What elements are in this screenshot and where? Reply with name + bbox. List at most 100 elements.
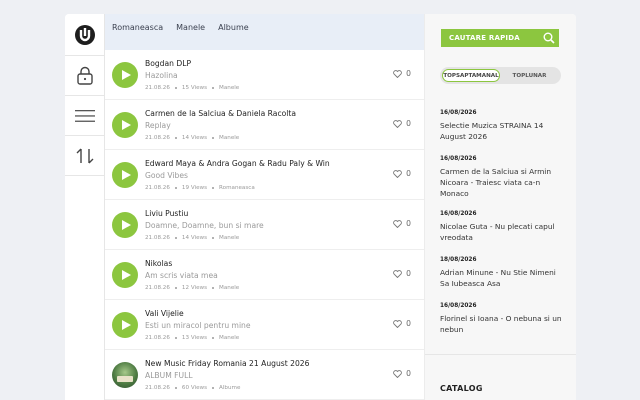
like-count: 0	[406, 219, 411, 228]
top-item[interactable]: 18/08/2026 Adrian Minune - Nu Stie Nimen…	[440, 257, 565, 289]
track-meta: 21.08.26 60 Views Albume	[145, 385, 240, 391]
like-count: 0	[406, 319, 411, 328]
play-icon	[121, 270, 131, 280]
track-artist[interactable]: Vali Vijelie	[145, 309, 184, 318]
toggle-weekly[interactable]: TOPSAPTAMANAL	[442, 69, 500, 82]
like-count: 0	[406, 119, 411, 128]
sidebar-divider	[425, 354, 576, 355]
meta-dot	[174, 236, 177, 239]
meta-dot	[174, 136, 177, 139]
top-item-date: 16/08/2026	[440, 211, 477, 217]
album-cover[interactable]	[112, 362, 138, 388]
top-item-title[interactable]: Carmen de la Salciua si Armin Nicoara - …	[440, 166, 565, 199]
like-button[interactable]: 0	[393, 119, 411, 128]
main-content: Romaneasca Manele Albume Bogdan DLP Hazo…	[105, 14, 424, 400]
track-genre[interactable]: Manele	[219, 335, 239, 341]
meta-dot	[212, 136, 215, 139]
meta-dot	[212, 86, 215, 89]
nav-login[interactable]	[65, 56, 104, 96]
play-button[interactable]	[112, 212, 138, 238]
tab-albume[interactable]: Albume	[218, 23, 249, 32]
track-row: Vali Vijelie Esti un miracol pentru mine…	[105, 300, 424, 350]
track-row: Nikolas Am scris viata mea 21.08.26 12 Vi…	[105, 250, 424, 300]
like-button[interactable]: 0	[393, 219, 411, 228]
top-item[interactable]: 16/08/2026 Nicolae Guta - Nu plecati cap…	[440, 211, 565, 243]
track-artist[interactable]: Carmen de la Salciua & Daniela Racolta	[145, 109, 296, 118]
sort-arrows-icon	[76, 148, 93, 163]
toggle-monthly[interactable]: TOPLUNAR	[500, 73, 559, 79]
catalog-heading: CATALOG	[440, 384, 483, 393]
right-sidebar: CAUTARE RAPIDA TOPSAPTAMANAL TOPLUNAR 16…	[424, 14, 576, 400]
track-artist[interactable]: Edward Maya & Andra Gogan & Radu Paly & …	[145, 159, 330, 168]
track-views: 19 Views	[181, 185, 208, 191]
track-genre[interactable]: Albume	[219, 385, 240, 391]
menu-icon	[74, 109, 95, 122]
top-item-title[interactable]: Florinel si Ioana - O nebuna si un nebun	[440, 313, 565, 335]
track-row: Liviu Pustiu Doamne, Doamne, bun si mare…	[105, 200, 424, 250]
track-artist[interactable]: Bogdan DLP	[145, 59, 191, 68]
top-item[interactable]: 16/08/2026 Carmen de la Salciua si Armin…	[440, 156, 565, 199]
play-button[interactable]	[112, 262, 138, 288]
nav-logo[interactable]	[65, 14, 104, 56]
like-button[interactable]: 0	[393, 369, 411, 378]
track-views: 14 Views	[181, 235, 208, 241]
like-button[interactable]: 0	[393, 69, 411, 78]
play-button[interactable]	[112, 62, 138, 88]
track-genre[interactable]: Manele	[219, 285, 239, 291]
tab-manele[interactable]: Manele	[176, 23, 205, 32]
track-date: 21.08.26	[145, 135, 170, 141]
nav-menu[interactable]	[65, 96, 104, 136]
top-item-title[interactable]: Nicolae Guta - Nu plecati capul vreodata	[440, 221, 565, 243]
track-row: New Music Friday Romania 21 August 2026 …	[105, 350, 424, 400]
play-button[interactable]	[112, 162, 138, 188]
search-icon	[543, 32, 555, 44]
track-views: 15 Views	[181, 85, 208, 91]
track-meta: 21.08.26 12 Views Manele	[145, 285, 239, 291]
meta-dot	[174, 336, 177, 339]
track-row: Carmen de la Salciua & Daniela Racolta R…	[105, 100, 424, 150]
play-button[interactable]	[112, 112, 138, 138]
track-title: Hazolina	[145, 71, 178, 80]
track-title: Esti un miracol pentru mine	[145, 321, 251, 330]
logo-icon	[74, 24, 95, 45]
top-item-date: 16/08/2026	[440, 156, 477, 162]
heart-icon	[393, 169, 402, 178]
left-nav	[65, 14, 105, 400]
play-icon	[121, 120, 131, 130]
track-meta: 21.08.26 13 Views Manele	[145, 335, 239, 341]
track-views: 14 Views	[181, 135, 208, 141]
like-count: 0	[406, 369, 411, 378]
track-title: ALBUM FULL	[145, 371, 193, 380]
like-button[interactable]: 0	[393, 169, 411, 178]
track-genre[interactable]: Manele	[219, 135, 239, 141]
track-views: 13 Views	[181, 335, 208, 341]
track-artist[interactable]: Liviu Pustiu	[145, 209, 188, 218]
meta-dot	[212, 186, 215, 189]
track-genre[interactable]: Romaneasca	[219, 185, 255, 191]
track-genre[interactable]: Manele	[219, 235, 239, 241]
play-button[interactable]	[112, 312, 138, 338]
top-item[interactable]: 16/08/2026 Selectie Muzica STRAINA 14 Au…	[440, 110, 565, 142]
track-views: 60 Views	[181, 385, 208, 391]
top-item[interactable]: 16/08/2026 Florinel si Ioana - O nebuna …	[440, 303, 565, 335]
top-item-title[interactable]: Adrian Minune - Nu Stie Nimeni Sa Iubeas…	[440, 267, 565, 289]
heart-icon	[393, 69, 402, 78]
like-button[interactable]: 0	[393, 269, 411, 278]
like-count: 0	[406, 169, 411, 178]
meta-dot	[212, 286, 215, 289]
play-icon	[121, 220, 131, 230]
tab-romaneasca[interactable]: Romaneasca	[112, 23, 163, 32]
nav-sort[interactable]	[65, 136, 104, 176]
meta-dot	[174, 186, 177, 189]
like-button[interactable]: 0	[393, 319, 411, 328]
track-genre[interactable]: Manele	[219, 85, 239, 91]
track-date: 21.08.26	[145, 285, 170, 291]
track-title: Good Vibes	[145, 171, 188, 180]
track-date: 21.08.26	[145, 335, 170, 341]
top-item-title[interactable]: Selectie Muzica STRAINA 14 August 2026	[440, 120, 565, 142]
track-artist[interactable]: New Music Friday Romania 21 August 2026	[145, 359, 309, 368]
track-artist[interactable]: Nikolas	[145, 259, 172, 268]
like-count: 0	[406, 269, 411, 278]
track-date: 21.08.26	[145, 85, 170, 91]
quick-search-button[interactable]: CAUTARE RAPIDA	[441, 29, 559, 47]
